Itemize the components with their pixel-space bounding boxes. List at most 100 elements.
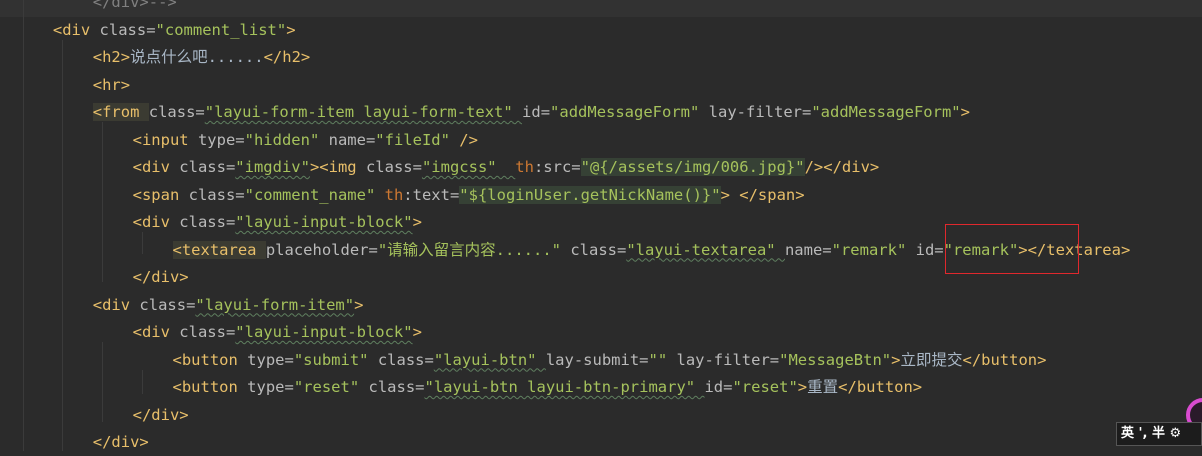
code-token: </div> [132, 405, 189, 424]
code-token: class= [179, 158, 236, 176]
code-line[interactable]: <div class="layui-input-block"> [133, 209, 422, 236]
code-token: class= [179, 213, 236, 231]
code-token: <div [92, 295, 140, 314]
code-token: lay-submit= [545, 350, 649, 369]
indent-guide [62, 40, 63, 451]
code-token: <button [172, 350, 248, 369]
code-token: name= [784, 240, 832, 259]
code-line[interactable]: <div class="comment_list"> [53, 17, 296, 44]
code-token: </div> [132, 268, 189, 286]
code-token: th [515, 158, 534, 176]
code-line[interactable]: <textarea placeholder="请输入留言内容......" cl… [172, 237, 1131, 264]
ime-toolbar[interactable]: 英 ', 半 ⚙ [1116, 422, 1202, 446]
code-editor[interactable]: </div>--> <div class="comment_list"> <h2>说… [0, 0, 1202, 451]
code-token: "layui-textarea" [626, 240, 785, 259]
code-token: type= [247, 378, 294, 396]
code-token: > [354, 295, 364, 314]
code-token: > </span> [720, 185, 805, 204]
code-token: <div [132, 213, 180, 231]
code-line[interactable]: <button type="submit" class="layui-btn" … [173, 347, 1047, 374]
code-token: "" [648, 350, 677, 369]
code-line[interactable]: <input type="hidden" name="fileId" /> [133, 127, 478, 154]
code-token: placeholder= [265, 240, 378, 259]
code-token: > [412, 323, 422, 341]
code-token: "layui-btn" [433, 350, 546, 369]
code-line[interactable]: </div> [133, 264, 189, 291]
code-token: "layui-btn layui-btn-primary" [424, 378, 705, 396]
code-line[interactable]: </div> [93, 429, 149, 456]
code-token: /></div> [804, 158, 880, 176]
code-token: :src= [533, 158, 581, 176]
code-token: th [384, 185, 404, 204]
code-token: <div [132, 323, 180, 341]
code-line[interactable]: <div class="layui-input-block"> [133, 319, 422, 346]
code-token: <hr> [92, 75, 131, 94]
code-token: class= [188, 185, 245, 204]
code-line[interactable]: <div class="layui-form-item"> [93, 292, 364, 319]
code-token: <span [132, 185, 189, 204]
code-token: </div>--> [92, 0, 177, 11]
code-token: "comment_list" [155, 20, 287, 39]
code-token: </button> [838, 378, 923, 396]
code-token: </h2> [263, 48, 311, 66]
code-line[interactable]: <hr> [93, 72, 130, 99]
code-token: "@{/assets/img/006.jpg}" [580, 158, 805, 176]
code-token: <input [132, 130, 198, 149]
code-token: class= [148, 103, 205, 121]
indent-guide [142, 370, 143, 394]
code-token: class= [179, 323, 236, 341]
indent-guide [102, 342, 103, 422]
code-token: </button> [962, 350, 1047, 369]
code-token: "layui-input-block" [235, 213, 413, 231]
code-token: "layui-form-item layui-form-text" [204, 103, 523, 121]
code-token: > [797, 378, 808, 396]
code-token: </div> [92, 433, 149, 451]
code-token: <div [52, 20, 100, 39]
code-token: <h2> [92, 48, 131, 66]
code-token: name= [328, 130, 376, 149]
indent-guide [102, 122, 103, 282]
code-token: <textarea [172, 240, 266, 259]
code-token: "comment_name" [244, 185, 385, 204]
code-token: "layui-form-item" [195, 295, 355, 314]
code-token: "hidden" [244, 130, 329, 149]
code-token: > [412, 213, 422, 231]
code-token: "请输入留言内容......" [377, 240, 571, 259]
code-token: "addMessageForm" [811, 103, 961, 121]
code-token: id= [522, 103, 551, 121]
code-token: <button [172, 378, 248, 396]
code-token: "reset" [732, 378, 798, 396]
code-line[interactable]: <from class="layui-form-item layui-form-… [92, 99, 970, 126]
code-token: 说点什么吧...... [130, 48, 264, 66]
code-line[interactable]: <span class="comment_name" th:text="${lo… [133, 182, 805, 209]
code-token: "addMessageForm" [550, 103, 709, 121]
code-token: lay-filter= [708, 103, 812, 121]
code-token: "MessageBtn" [779, 350, 892, 369]
code-token: type= [197, 130, 245, 149]
code-line[interactable]: <button type="reset" class="layui-btn la… [173, 374, 923, 401]
code-token: "fileId" [375, 130, 460, 149]
code-line[interactable]: </div>--> [93, 0, 177, 16]
code-token: 立即提交 [900, 350, 963, 369]
code-line[interactable]: </div> [133, 402, 189, 429]
code-token: :text= [403, 185, 460, 204]
code-token: class= [365, 158, 422, 176]
code-token: "layui-input-block" [235, 323, 413, 341]
code-token: <div [132, 158, 180, 176]
code-token: lay-filter= [676, 350, 780, 369]
code-token: type= [247, 350, 294, 369]
code-token: id= [704, 378, 733, 396]
code-token: "imgdiv" [235, 158, 310, 176]
code-token: class= [139, 295, 196, 314]
code-token: class= [368, 378, 425, 396]
code-token: "reset" [293, 378, 369, 396]
code-token: "submit" [293, 350, 378, 369]
code-token: ></textarea> [1018, 240, 1131, 259]
code-token: "${loginUser.getNickName()}" [459, 185, 721, 204]
code-line[interactable]: <h2>说点什么吧......</h2> [93, 44, 311, 71]
code-token: <from [92, 103, 149, 121]
code-token: > [286, 20, 296, 39]
code-token: class= [99, 20, 156, 39]
code-line[interactable]: <div class="imgdiv"><img class="imgcss" … [132, 154, 880, 181]
code-token: class= [570, 240, 627, 259]
